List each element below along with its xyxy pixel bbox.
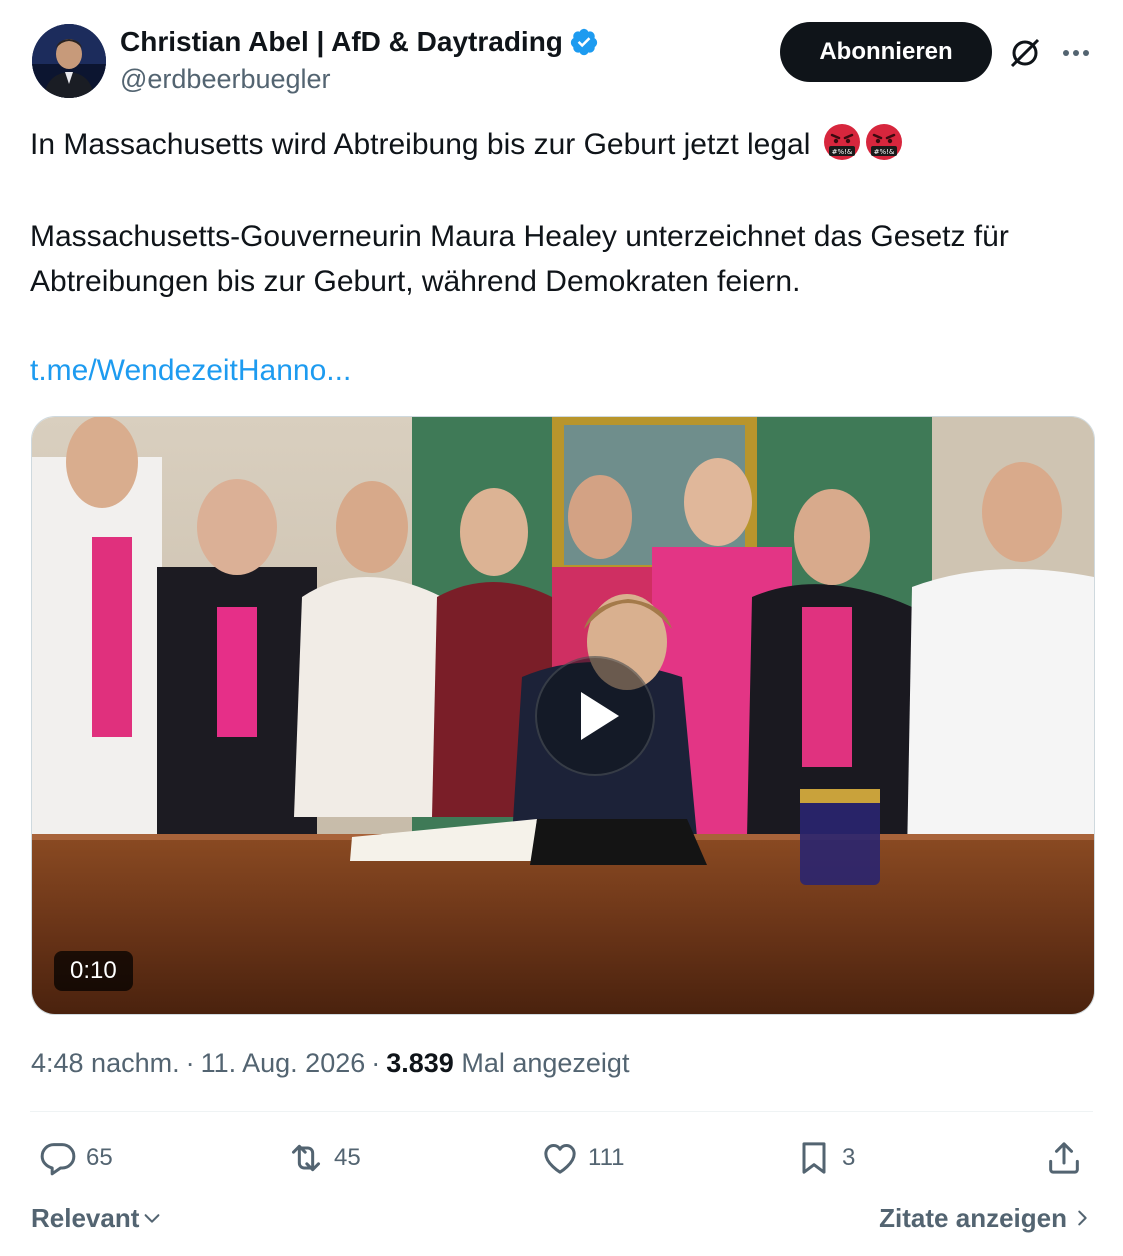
- author-name-row: Christian Abel | AfD & Daytrading: [120, 24, 599, 60]
- repost-button[interactable]: 45: [286, 1130, 361, 1186]
- chevron-down-icon: [144, 1214, 160, 1223]
- view-quotes-link[interactable]: Zitate anzeigen: [879, 1196, 1093, 1240]
- tweet-link[interactable]: t.me/WendezeitHanno...: [30, 348, 351, 393]
- bookmark-count: 3: [842, 1144, 856, 1171]
- meta-separator: ·: [185, 1048, 195, 1078]
- tweet-meta: 4:48 nachm. · 11. Aug. 2026 · 3.839 Mal ange…: [31, 1043, 629, 1083]
- play-button[interactable]: [535, 656, 655, 776]
- meta-separator: ·: [371, 1048, 381, 1078]
- tweet-line1: In Massachusetts wird Abtreibung bis zur…: [30, 122, 903, 167]
- reply-count: 65: [86, 1144, 113, 1171]
- avatar[interactable]: [32, 24, 106, 98]
- author-handle[interactable]: @erdbeerbuegler: [120, 62, 331, 96]
- bookmark-button[interactable]: 3: [794, 1130, 855, 1186]
- profile-photo-icon: [32, 24, 106, 98]
- play-icon: [581, 692, 619, 740]
- chevron-right-icon: [1078, 1210, 1087, 1226]
- repost-count: 45: [334, 1144, 361, 1171]
- replies-footer: Relevant Zitate anzeigen: [31, 1196, 1093, 1240]
- grok-icon[interactable]: [1008, 36, 1042, 70]
- tweet-header: Christian Abel | AfD & Daytrading @erdbe…: [30, 22, 1093, 102]
- face-with-symbols-on-mouth-icon: #%!&: [865, 124, 902, 160]
- like-button[interactable]: 111: [540, 1130, 624, 1186]
- subscribe-button[interactable]: Abonnieren: [780, 22, 992, 82]
- verified-badge-icon: [570, 28, 598, 56]
- more-icon[interactable]: [1060, 38, 1092, 68]
- action-bar: 65 45 111 3: [30, 1130, 1093, 1186]
- tweet-date[interactable]: 11. Aug. 2026: [201, 1048, 366, 1078]
- svg-text:#%!&: #%!&: [831, 148, 852, 156]
- svg-text:#%!&: #%!&: [873, 148, 894, 156]
- bookmark-icon: [802, 1142, 826, 1174]
- quotes-label: Zitate anzeigen: [879, 1203, 1067, 1233]
- video-duration: 0:10: [54, 951, 133, 991]
- views-count: 3.839: [386, 1048, 454, 1078]
- tweet-body: Massachusetts-Gouverneurin Maura Healey …: [30, 220, 1009, 298]
- heart-icon: [544, 1144, 576, 1174]
- reply-icon: [40, 1143, 76, 1176]
- share-button[interactable]: [1044, 1130, 1084, 1186]
- display-name[interactable]: Christian Abel | AfD & Daytrading: [120, 24, 563, 60]
- face-with-symbols-on-mouth-icon: #%!&: [823, 124, 860, 160]
- tweet-time[interactable]: 4:48 nachm.: [31, 1048, 180, 1078]
- sort-dropdown[interactable]: Relevant: [31, 1196, 163, 1240]
- repost-icon: [292, 1144, 320, 1172]
- sort-label: Relevant: [31, 1203, 140, 1233]
- like-count: 111: [588, 1144, 625, 1171]
- views-label: Mal angezeigt: [461, 1048, 630, 1078]
- divider: [30, 1111, 1093, 1112]
- share-icon: [1049, 1142, 1079, 1174]
- tweet-headline: In Massachusetts wird Abtreibung bis zur…: [30, 128, 811, 161]
- reply-button[interactable]: 65: [38, 1130, 113, 1186]
- video-player[interactable]: 0:10: [31, 416, 1095, 1015]
